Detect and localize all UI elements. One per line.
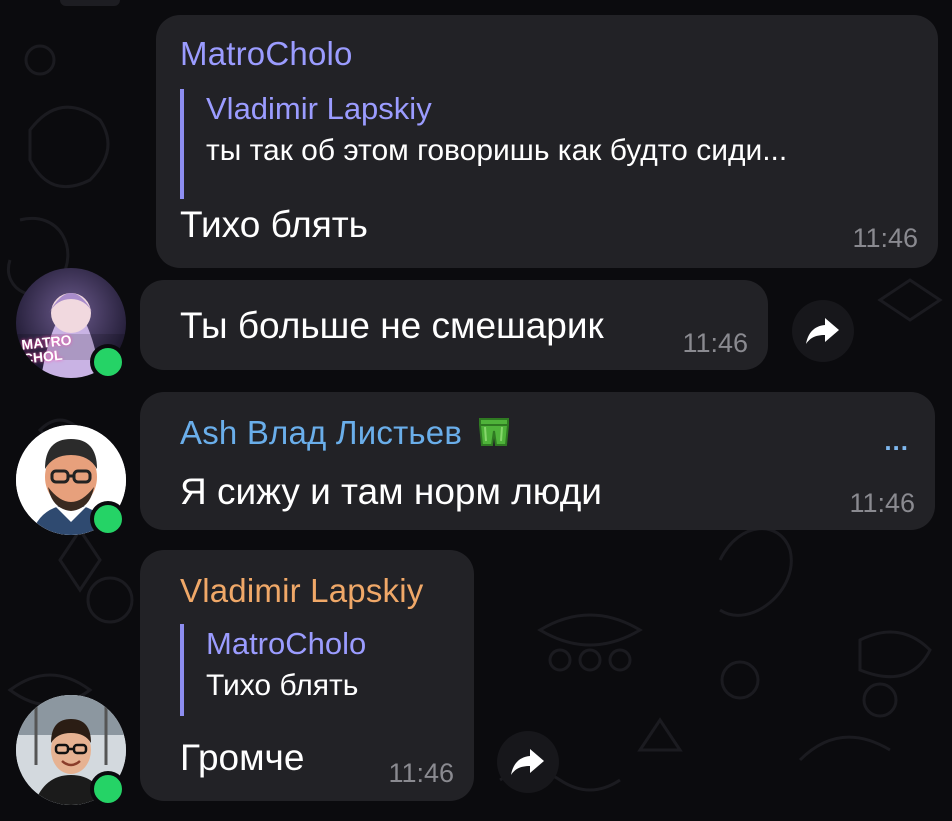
message-time: 11:46 [388, 758, 454, 788]
sender-name[interactable]: MatroCholo [180, 35, 353, 73]
message-bubble-1[interactable]: MatroCholo Vladimir Lapskiy ты так об эт… [156, 15, 938, 268]
more-options-icon[interactable]: ... [884, 426, 909, 457]
message-bubble-3[interactable]: Ash Влад Листьев ... Я сижу и там норм л… [140, 392, 935, 530]
reply-quote[interactable]: Vladimir Lapskiy ты так об этом говоришь… [180, 89, 787, 199]
share-arrow-icon [806, 318, 839, 344]
online-status-dot [90, 344, 126, 380]
message-text: Ты больше не смешарик [180, 305, 604, 346]
message-text: Тихо блять [180, 204, 368, 245]
share-arrow-icon [511, 749, 544, 775]
sender-name[interactable]: Ash Влад Листьев [180, 414, 511, 455]
message-bubble-4[interactable]: Vladimir Lapskiy MatroCholo Тихо блять Г… [140, 550, 474, 801]
reply-text: Тихо блять [206, 669, 359, 702]
shorts-icon [477, 417, 511, 455]
reply-sender-name: MatroCholo [206, 626, 367, 661]
sender-name[interactable]: Vladimir Lapskiy [180, 572, 423, 610]
reply-sender-name: Vladimir Lapskiy [206, 91, 432, 126]
share-button[interactable] [792, 300, 854, 362]
previous-message-edge [60, 0, 120, 6]
message-time: 11:46 [852, 223, 918, 253]
message-time: 11:46 [682, 328, 748, 358]
sender-name-text: Ash Влад Листьев [180, 414, 463, 451]
share-button[interactable] [497, 731, 559, 793]
reply-text: ты так об этом говоришь как будто сиди..… [206, 134, 788, 167]
message-text: Громче [180, 737, 305, 778]
message-time: 11:46 [849, 488, 915, 518]
message-bubble-2[interactable]: Ты больше не смешарик 11:46 [140, 280, 768, 370]
online-status-dot [90, 501, 126, 537]
online-status-dot [90, 771, 126, 807]
reply-quote[interactable]: MatroCholo Тихо блять [180, 624, 366, 716]
message-text: Я сижу и там норм люди [180, 471, 602, 512]
